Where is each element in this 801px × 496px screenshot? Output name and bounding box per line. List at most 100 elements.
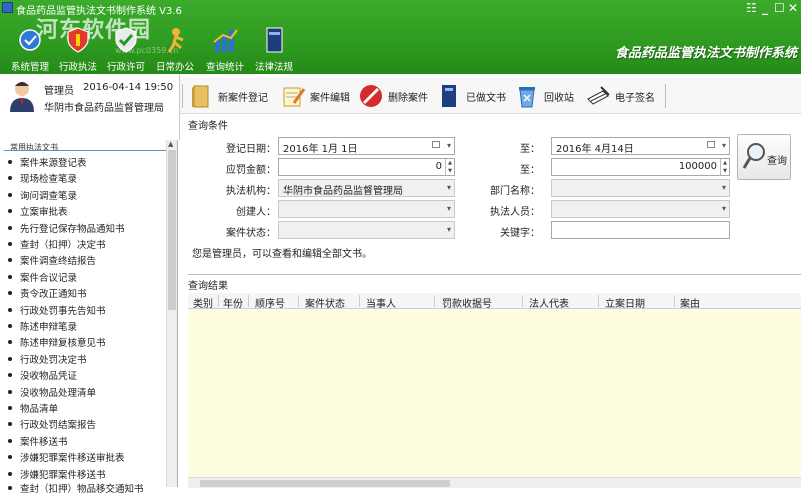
sidebar-item[interactable]: 先行登记保存物品通知书 <box>8 220 125 236</box>
column-header[interactable]: 法人代表 <box>529 295 569 310</box>
search-button[interactable]: 查询 <box>737 134 791 180</box>
results-hscrollbar[interactable] <box>188 477 801 488</box>
bullet-icon <box>8 225 12 230</box>
sidebar-item-label: 行政处罚结案报告 <box>20 420 97 432</box>
agency-select[interactable]: 华阴市食品药品监督管理局 ▾ <box>278 179 455 197</box>
new-case-button[interactable]: 新案件登记 <box>188 81 268 111</box>
fine-from-value: 0 <box>435 161 442 172</box>
fine-from-input[interactable]: 0 ▲ ▼ <box>278 158 455 176</box>
sidebar-item-label: 没收物品凭证 <box>20 371 78 383</box>
sidebar-item[interactable]: 现场检查笔录 <box>8 170 77 186</box>
bullet-icon <box>8 307 12 312</box>
sidebar-item[interactable]: 案件调查终结报告 <box>8 252 96 268</box>
column-divider <box>298 295 299 307</box>
chevron-down-icon: ▾ <box>721 204 726 213</box>
edit-case-button[interactable]: 案件编辑 <box>280 81 350 111</box>
column-header[interactable]: 年份 <box>223 295 243 310</box>
column-header[interactable]: 顺序号 <box>255 295 285 310</box>
sidebar-item[interactable]: 没收物品凭证 <box>8 367 77 383</box>
sidebar-item[interactable]: 责令改正通知书 <box>8 285 87 301</box>
sidebar-item[interactable]: 案件移送书 <box>8 433 68 449</box>
sidebar-item[interactable]: 立案审批表 <box>8 203 68 219</box>
spin-down-icon[interactable]: ▼ <box>721 167 729 175</box>
bullet-icon <box>8 422 12 427</box>
column-header[interactable]: 立案日期 <box>605 295 645 310</box>
book-icon <box>266 27 283 53</box>
column-divider <box>248 295 249 307</box>
sidebar-item[interactable]: 查封（扣押）物品移交通知书 <box>8 480 144 496</box>
sidebar-scroll-thumb[interactable] <box>168 150 176 310</box>
results-section-label: 查询结果 <box>188 281 228 292</box>
reg-date-from-picker[interactable]: 2016年 1月 1日 ▾ <box>278 137 455 155</box>
delete-case-button[interactable]: 删除案件 <box>358 81 428 111</box>
recycle-bin-button[interactable]: 回收站 <box>514 81 574 111</box>
module-stats[interactable]: 查询统计 <box>200 26 250 74</box>
module-system[interactable]: 系统管理 <box>5 26 55 74</box>
module-office[interactable]: 日常办公 <box>150 26 200 74</box>
reg-date-to-picker[interactable]: 2016年 4月14日 ▾ <box>551 137 730 155</box>
query-section-label: 查询条件 <box>188 121 228 132</box>
status-label: 案件状态： <box>226 228 276 239</box>
scroll-up-icon[interactable]: ▲ <box>168 140 173 148</box>
results-header-row: 类别 年份 顺序号 案件状态 当事人 罚款收据号 法人代表 立案日期 案由 <box>188 293 801 310</box>
keyword-input[interactable] <box>551 221 730 239</box>
column-divider <box>359 295 360 307</box>
sidebar-item-label: 陈述申辩复核意见书 <box>20 338 106 350</box>
module-enforcement[interactable]: 行政执法 <box>53 26 103 74</box>
bullet-icon <box>8 242 12 246</box>
fine-from-spinner[interactable]: ▲ ▼ <box>445 159 454 175</box>
module-law[interactable]: 法律法规 <box>249 26 299 74</box>
officer-select[interactable]: ▾ <box>551 200 730 218</box>
grid-menu-icon[interactable]: ☷ <box>746 1 757 15</box>
close-button[interactable]: ✕ <box>788 1 798 15</box>
bullet-icon <box>8 438 12 443</box>
sidebar-item[interactable]: 行政处罚结案报告 <box>8 416 96 432</box>
system-settings-icon <box>19 29 41 51</box>
dept-select[interactable]: ▾ <box>551 179 730 197</box>
column-header[interactable]: 案由 <box>680 295 700 310</box>
sidebar-item[interactable]: 陈述申辩复核意见书 <box>8 334 106 350</box>
column-header[interactable]: 罚款收据号 <box>442 295 492 310</box>
sidebar-item[interactable]: 没收物品处理清单 <box>8 384 96 400</box>
chevron-down-icon: ▾ <box>446 225 451 234</box>
results-hscroll-thumb[interactable] <box>200 480 450 487</box>
sidebar-item[interactable]: 行政处罚事先告知书 <box>8 302 106 318</box>
status-select[interactable]: ▾ <box>278 221 455 239</box>
results-grid-body[interactable] <box>188 310 801 477</box>
sidebar-item-label: 询问调查笔录 <box>20 190 78 202</box>
user-org: 华阴市食品药品监督管理局 <box>44 103 164 114</box>
sidebar-item[interactable]: 行政处罚决定书 <box>8 351 87 367</box>
spin-down-icon[interactable]: ▼ <box>446 167 454 175</box>
spin-up-icon[interactable]: ▲ <box>446 159 454 167</box>
bullet-icon <box>8 356 12 361</box>
sidebar-scrollbar[interactable]: ▲ <box>166 140 177 487</box>
sidebar-item[interactable]: 查封（扣押）决定书 <box>8 236 106 252</box>
sidebar-item[interactable]: 涉嫌犯罪案件移送审批表 <box>8 449 125 465</box>
minimize-button[interactable]: _ <box>762 1 768 15</box>
sidebar-item-label: 行政处罚决定书 <box>20 354 87 366</box>
reg-date-to-label: 至： <box>520 144 540 155</box>
sidebar-item[interactable]: 陈述申辩笔录 <box>8 318 77 334</box>
column-divider <box>522 295 523 307</box>
esign-button[interactable]: 电子签名 <box>585 81 655 111</box>
column-header[interactable]: 类别 <box>193 295 213 310</box>
creator-select[interactable]: ▾ <box>278 200 455 218</box>
fine-to-spinner[interactable]: ▲ ▼ <box>720 159 729 175</box>
fine-to-input[interactable]: 100000 ▲ ▼ <box>551 158 730 176</box>
fine-to-value: 100000 <box>678 161 717 172</box>
column-header[interactable]: 案件状态 <box>305 295 345 310</box>
module-license[interactable]: 行政许可 <box>101 26 151 74</box>
delete-case-label: 删除案件 <box>388 92 428 104</box>
done-docs-button[interactable]: 已做文书 <box>436 81 506 111</box>
sidebar-item[interactable]: 案件合议记录 <box>8 269 77 285</box>
no-entry-icon <box>360 85 382 107</box>
spin-up-icon[interactable]: ▲ <box>721 159 729 167</box>
notepad-edit-icon <box>283 87 306 107</box>
column-header[interactable]: 当事人 <box>366 295 396 310</box>
sidebar-item[interactable]: 询问调查笔录 <box>8 187 77 203</box>
maximize-button[interactable]: ☐ <box>774 1 785 15</box>
sidebar-item-label: 陈述申辩笔录 <box>20 322 78 333</box>
sidebar-item[interactable]: 物品清单 <box>8 400 58 416</box>
sidebar: 常用执法文书 案件来源登记表 现场检查笔录 询问调查笔录 立案审批表 先行登记保… <box>0 140 178 495</box>
sidebar-item[interactable]: 案件来源登记表 <box>8 154 87 170</box>
